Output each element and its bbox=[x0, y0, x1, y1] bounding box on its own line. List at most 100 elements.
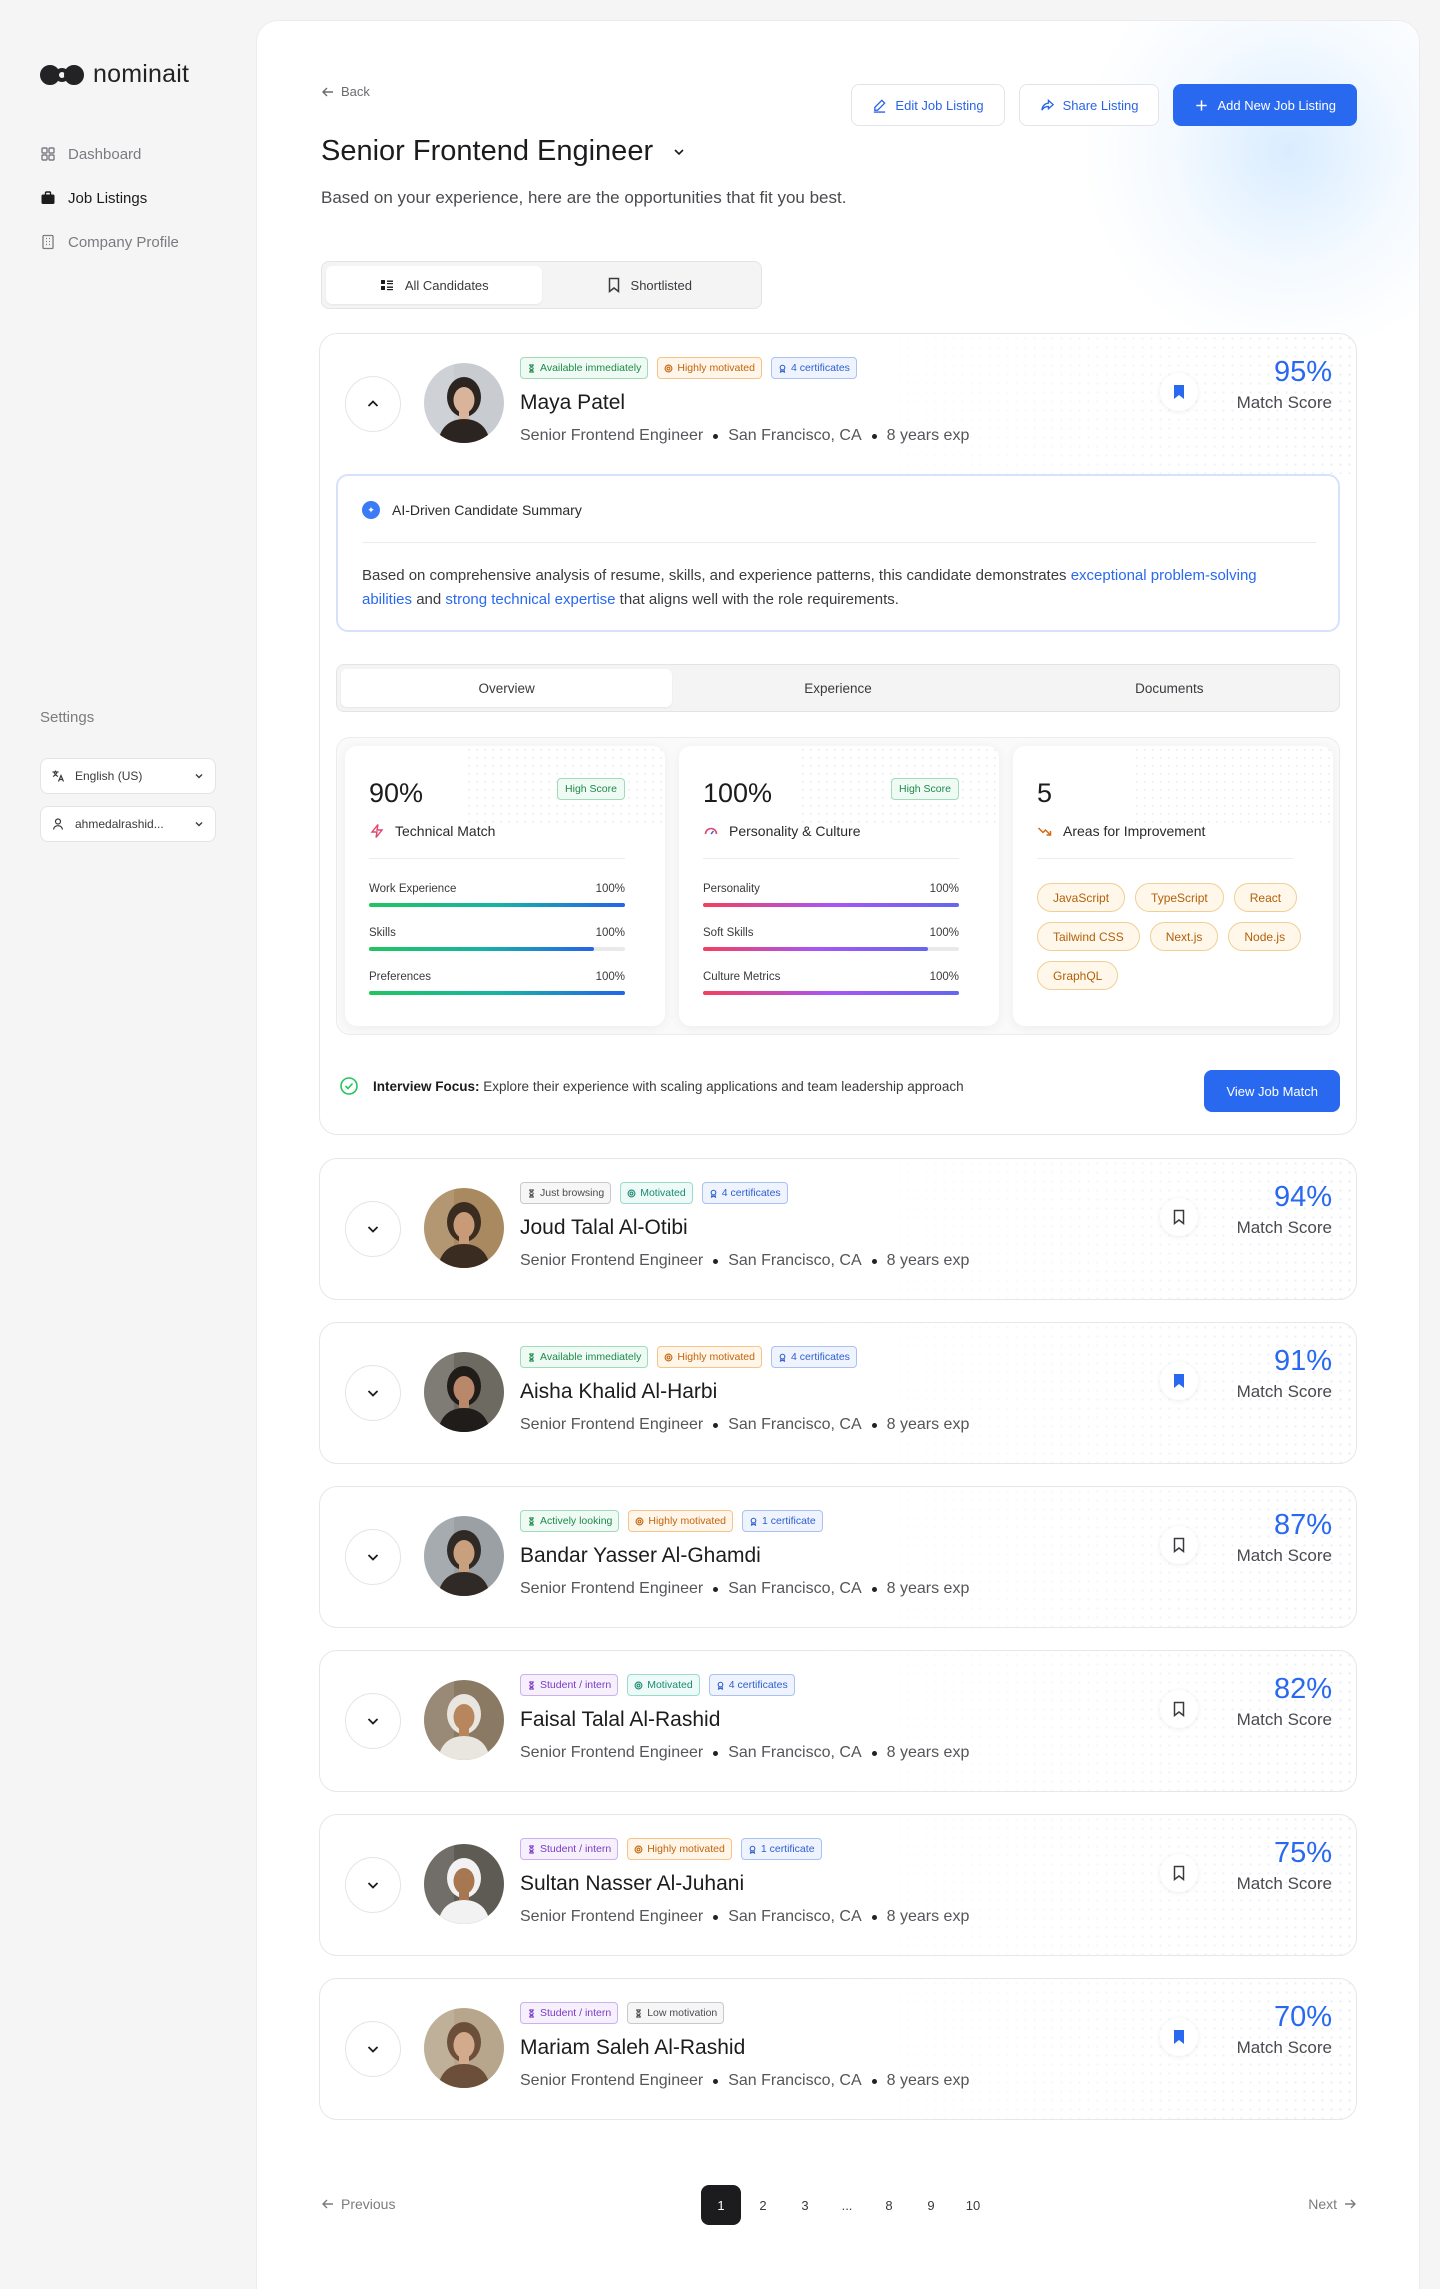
candidate-card: Student / intern Highly motivated 1 certif… bbox=[319, 1814, 1357, 1956]
chevron-up-icon bbox=[367, 400, 379, 407]
candidate-name[interactable]: Maya Patel bbox=[520, 391, 625, 415]
sidebar-item-label: Job Listings bbox=[68, 189, 148, 207]
bookmark-icon bbox=[1173, 1701, 1185, 1717]
metric-row-label: Culture Metrics bbox=[703, 971, 781, 983]
candidate-name[interactable]: Mariam Saleh Al-Rashid bbox=[520, 2036, 745, 2060]
metric-value: 90% bbox=[369, 778, 424, 808]
previous-page-button[interactable]: Previous bbox=[321, 2196, 395, 2212]
avatar-photo-icon bbox=[424, 363, 504, 443]
user-select[interactable]: ahmedalrashid... bbox=[40, 806, 216, 842]
badge-label: Student / intern bbox=[540, 2007, 612, 2019]
briefcase-icon bbox=[41, 191, 55, 204]
candidate-name[interactable]: Bandar Yasser Al-Ghamdi bbox=[520, 1544, 761, 1568]
badge-label: 4 certificates bbox=[790, 362, 850, 374]
edit-job-listing-button[interactable]: Edit Job Listing bbox=[851, 84, 1005, 126]
bookmark-filled-icon bbox=[1174, 1374, 1184, 1388]
metric-row: Preferences 100% bbox=[369, 971, 625, 999]
page-number[interactable]: 9 bbox=[911, 2185, 951, 2225]
bookmark-button[interactable] bbox=[1160, 1526, 1198, 1564]
candidate-experience: 8 years exp bbox=[886, 1908, 970, 1925]
share-icon bbox=[1040, 98, 1054, 111]
bookmark-button[interactable] bbox=[1160, 1690, 1198, 1728]
tab-documents[interactable]: Documents bbox=[1004, 669, 1335, 707]
separator-dot bbox=[713, 2078, 719, 2084]
status-badge: Low motivation bbox=[627, 2002, 725, 2024]
candidate-badges: Student / intern Motivated 4 certificates bbox=[520, 1674, 795, 1696]
badge-label: 4 certificates bbox=[790, 1351, 850, 1363]
tab-experience[interactable]: Experience bbox=[672, 669, 1003, 707]
candidate-name[interactable]: Aisha Khalid Al-Harbi bbox=[520, 1380, 717, 1404]
candidate-location: San Francisco, CA bbox=[728, 2072, 862, 2089]
expand-toggle-button[interactable] bbox=[345, 376, 401, 432]
job-title-dropdown[interactable]: Senior Frontend Engineer bbox=[321, 135, 687, 168]
candidate-experience: 8 years exp bbox=[886, 2072, 970, 2089]
tab-overview[interactable]: Overview bbox=[341, 669, 673, 707]
bookmark-button[interactable] bbox=[1160, 2018, 1198, 2056]
sidebar-item-dashboard[interactable]: Dashboard bbox=[40, 142, 179, 166]
page-number[interactable]: 1 bbox=[701, 2185, 741, 2225]
progress-bar bbox=[703, 903, 959, 907]
expand-toggle-button[interactable] bbox=[345, 1693, 401, 1749]
badge-icon bbox=[634, 1845, 643, 1854]
status-badge: Highly motivated bbox=[657, 1346, 762, 1368]
avatar bbox=[424, 2008, 504, 2088]
language-select[interactable]: English (US) bbox=[40, 758, 216, 794]
match-score-label: Match Score bbox=[1236, 1710, 1332, 1729]
badge-label: 4 certificates bbox=[728, 1679, 788, 1691]
match-score: 87% Match Score bbox=[1237, 1509, 1332, 1566]
tab-all-candidates[interactable]: All Candidates bbox=[326, 266, 542, 304]
badge-label: Highly motivated bbox=[677, 362, 755, 374]
previous-label: Previous bbox=[341, 2196, 396, 2212]
badge-label: Actively looking bbox=[540, 1515, 613, 1527]
page-number[interactable]: 10 bbox=[953, 2185, 993, 2225]
candidate-name[interactable]: Faisal Talal Al-Rashid bbox=[520, 1708, 720, 1732]
header-actions: Edit Job Listing Share Listing Add New J… bbox=[851, 84, 1357, 126]
tab-shortlisted[interactable]: Shortlisted bbox=[542, 266, 758, 304]
bookmark-button[interactable] bbox=[1160, 1854, 1198, 1892]
avatar bbox=[424, 1844, 504, 1924]
expand-toggle-button[interactable] bbox=[345, 1857, 401, 1913]
sidebar-item-job-listings[interactable]: Job Listings bbox=[40, 186, 179, 210]
expand-toggle-button[interactable] bbox=[345, 1529, 401, 1585]
badge-icon bbox=[709, 1189, 718, 1198]
candidate-card: Student / intern Low motivation Mariam Sal… bbox=[319, 1978, 1357, 2120]
tab-label: Shortlisted bbox=[630, 277, 692, 293]
expand-toggle-button[interactable] bbox=[345, 1201, 401, 1257]
page-number[interactable]: 8 bbox=[869, 2185, 909, 2225]
candidate-name[interactable]: Sultan Nasser Al-Juhani bbox=[520, 1872, 744, 1896]
logo[interactable]: nominait bbox=[40, 60, 189, 89]
page-number[interactable]: 2 bbox=[743, 2185, 783, 2225]
page-subtitle: Based on your experience, here are the o… bbox=[321, 188, 847, 207]
add-new-job-listing-button[interactable]: Add New Job Listing bbox=[1173, 84, 1357, 126]
candidate-badges: Just browsing Motivated 4 certificates bbox=[520, 1182, 788, 1204]
match-score-value: 94% bbox=[1273, 1181, 1332, 1213]
match-score: 70% Match Score bbox=[1237, 2001, 1332, 2058]
status-badge: Student / intern bbox=[520, 1674, 619, 1696]
metric-title: Personality & Culture bbox=[703, 823, 861, 839]
bookmark-button[interactable] bbox=[1160, 373, 1198, 411]
view-job-match-button[interactable]: View Job Match bbox=[1204, 1070, 1340, 1112]
sidebar: nominait Dashboard Job Listings Company … bbox=[0, 0, 256, 2289]
separator-dot bbox=[871, 1750, 877, 1756]
next-page-button[interactable]: Next bbox=[1308, 2196, 1357, 2212]
status-badge: Highly motivated bbox=[657, 357, 762, 379]
metric-row-value: 100% bbox=[595, 971, 625, 983]
bookmark-button[interactable] bbox=[1160, 1198, 1198, 1236]
metric-row-value: 100% bbox=[929, 883, 959, 895]
bookmark-button[interactable] bbox=[1160, 1362, 1198, 1400]
page-number[interactable]: 3 bbox=[785, 2185, 825, 2225]
expand-toggle-button[interactable] bbox=[345, 1365, 401, 1421]
expand-toggle-button[interactable] bbox=[345, 2021, 401, 2077]
share-listing-button[interactable]: Share Listing bbox=[1018, 84, 1160, 126]
badge-icon bbox=[664, 1353, 673, 1362]
separator-dot bbox=[713, 1586, 719, 1592]
candidate-name[interactable]: Joud Talal Al-Otibi bbox=[520, 1216, 688, 1240]
gauge-icon bbox=[704, 827, 718, 835]
progress-bar bbox=[703, 991, 959, 995]
interview-focus-label: Interview Focus: bbox=[373, 1078, 480, 1094]
back-link[interactable]: Back bbox=[321, 84, 370, 99]
sidebar-item-company-profile[interactable]: Company Profile bbox=[40, 230, 179, 254]
badge-icon bbox=[527, 1188, 536, 1198]
candidate-filter-tabs: All Candidates Shortlisted bbox=[321, 261, 762, 309]
candidate-role: Senior Frontend Engineer bbox=[520, 427, 704, 444]
